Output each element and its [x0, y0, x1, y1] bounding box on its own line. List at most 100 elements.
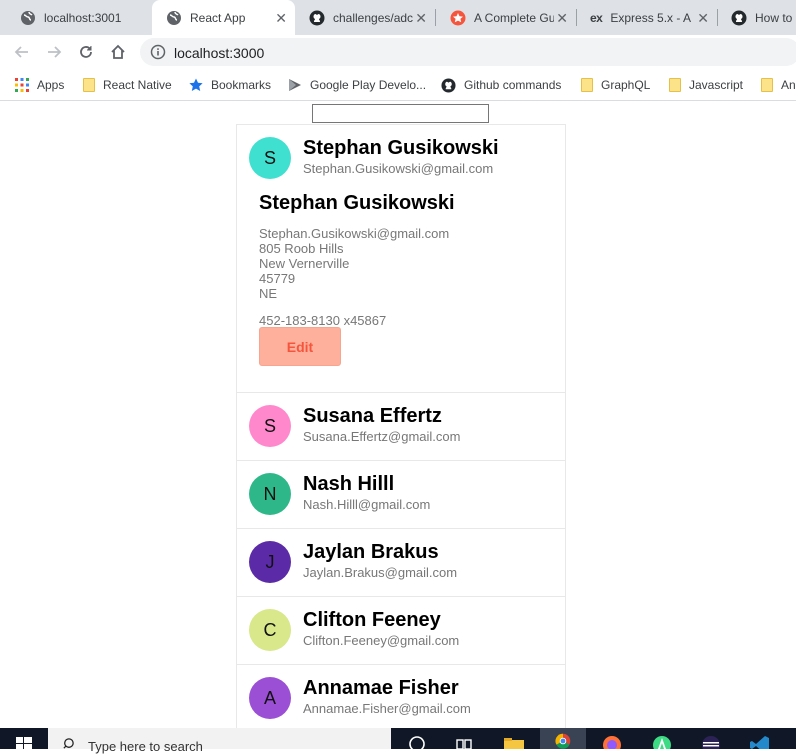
contact-name: Annamae Fisher	[303, 677, 459, 699]
bookmark-label: Apps	[37, 78, 65, 92]
bookmark-label: Javascript	[689, 78, 744, 92]
bookmark-react-native[interactable]: React Native	[83, 76, 172, 94]
contact-name: Jaylan Brakus	[303, 541, 439, 563]
folder-icon	[669, 78, 681, 92]
bookmark-graphql[interactable]: GraphQL	[581, 76, 650, 94]
task-view-icon[interactable]	[453, 732, 475, 749]
tab-challenges[interactable]: challenges/adc ✕	[295, 0, 435, 35]
contact-card[interactable]: N Nash Hilll Nash.Hilll@gmail.com	[236, 460, 566, 528]
contact-email: Clifton.Feeney@gmail.com	[303, 633, 460, 648]
forward-button[interactable]	[43, 41, 65, 63]
bookmark-bookmarks[interactable]: Bookmarks	[189, 76, 271, 94]
browser-toolbar: localhost:3000	[0, 35, 796, 69]
chrome-taskbar-slot[interactable]	[540, 728, 586, 749]
bookmark-javascript[interactable]: Javascript	[669, 76, 743, 94]
bookmark-label: Bookmarks	[211, 78, 272, 92]
bookmark-apps[interactable]: Apps	[15, 76, 64, 94]
reload-button[interactable]	[75, 41, 97, 63]
tab-how-to[interactable]: How to	[717, 0, 796, 35]
bookmark-label: An	[781, 78, 796, 92]
tab-complete-guide[interactable]: A Complete Gu ✕	[436, 0, 576, 35]
taskbar-search-box[interactable]: Type here to search	[48, 728, 391, 754]
avatar: S	[249, 405, 291, 447]
close-icon[interactable]: ✕	[415, 10, 427, 27]
bookmark-google-play[interactable]: Google Play Develo...	[288, 76, 426, 94]
avatar: J	[249, 541, 291, 583]
address-bar[interactable]: localhost:3000	[140, 38, 796, 66]
bookmark-label: React Native	[103, 78, 172, 92]
bookmark-label: Google Play Develo...	[310, 78, 427, 92]
reload-icon	[80, 46, 92, 58]
avatar: A	[249, 677, 291, 719]
avatar: S	[249, 137, 291, 179]
contact-email: Nash.Hilll@gmail.com	[303, 497, 431, 512]
close-icon[interactable]: ✕	[697, 10, 709, 27]
arrow-right-icon	[48, 46, 62, 58]
contact-details: Stephan Gusikowski Stephan.Gusikowski@gm…	[237, 192, 565, 392]
back-button[interactable]	[11, 41, 33, 63]
contact-card-expanded[interactable]: S Stephan Gusikowski Stephan.Gusikowski@…	[236, 124, 566, 392]
contact-card-header[interactable]: C Clifton Feeney Clifton.Feeney@gmail.co…	[237, 597, 565, 664]
contact-email: Annamae.Fisher@gmail.com	[303, 701, 471, 716]
close-icon[interactable]: ✕	[556, 10, 568, 27]
contact-card-header[interactable]: S Stephan Gusikowski Stephan.Gusikowski@…	[237, 125, 565, 192]
address-url: localhost:3000	[174, 45, 265, 61]
info-icon[interactable]	[150, 44, 166, 60]
contact-email: Stephan.Gusikowski@gmail.com	[303, 161, 494, 176]
tab-localhost-3001[interactable]: localhost:3001	[6, 0, 152, 35]
contact-card-header[interactable]: S Susana Effertz Susana.Effertz@gmail.co…	[237, 393, 565, 460]
eclipse-icon[interactable]	[700, 732, 722, 749]
edit-button[interactable]: Edit	[259, 327, 341, 366]
search-input[interactable]	[312, 104, 489, 123]
express-logo-icon: ex	[590, 10, 603, 25]
tab-label: How to	[755, 10, 793, 25]
detail-phone: 452-183-8130 x45867	[259, 313, 387, 328]
vscode-icon[interactable]	[749, 732, 771, 749]
detail-city: New Vernerville	[259, 256, 350, 271]
folder-icon	[761, 78, 773, 92]
windows-start-icon[interactable]	[16, 737, 32, 749]
contact-card[interactable]: C Clifton Feeney Clifton.Feeney@gmail.co…	[236, 596, 566, 664]
bookmarks-bar: Apps React Native Bookmarks Google Play …	[0, 69, 796, 101]
cortana-icon[interactable]	[406, 732, 428, 749]
globe-icon	[21, 10, 35, 25]
contact-name: Clifton Feeney	[303, 609, 441, 631]
contact-card-header[interactable]: J Jaylan Brakus Jaylan.Brakus@gmail.com	[237, 529, 565, 596]
tab-label: Express 5.x - A	[610, 10, 692, 25]
github-icon	[731, 10, 747, 25]
contact-card[interactable]: S Susana Effertz Susana.Effertz@gmail.co…	[236, 392, 566, 460]
file-explorer-icon[interactable]	[503, 732, 525, 749]
contact-card[interactable]: J Jaylan Brakus Jaylan.Brakus@gmail.com	[236, 528, 566, 596]
avatar: C	[249, 609, 291, 651]
bookmark-github-commands[interactable]: Github commands	[441, 76, 561, 94]
tab-express[interactable]: ex Express 5.x - A ✕	[576, 0, 717, 35]
apps-grid-icon	[15, 78, 29, 92]
browser-tab-bar: localhost:3001 React App ✕ challenges/ad…	[0, 0, 796, 35]
detail-lines: Stephan.Gusikowski@gmail.com 805 Roob Hi…	[259, 226, 565, 301]
tab-label: A Complete Gu	[474, 10, 554, 25]
bookmark-label: Github commands	[464, 78, 562, 92]
folder-icon	[83, 78, 95, 92]
contact-card-header[interactable]: N Nash Hilll Nash.Hilll@gmail.com	[237, 461, 565, 528]
os-taskbar: Type here to search	[0, 728, 796, 754]
tab-react-app[interactable]: React App ✕	[152, 0, 295, 35]
star-icon	[189, 78, 203, 91]
detail-email: Stephan.Gusikowski@gmail.com	[259, 226, 450, 241]
search-icon	[63, 738, 74, 749]
bookmark-an[interactable]: An	[761, 76, 796, 94]
contact-name: Stephan Gusikowski	[303, 137, 499, 159]
taskbar-search-placeholder: Type here to search	[88, 739, 203, 754]
folder-icon	[581, 78, 593, 92]
tab-label: localhost:3001	[44, 10, 122, 25]
detail-zip: 45779	[259, 271, 296, 286]
contact-card-header[interactable]: A Annamae Fisher Annamae.Fisher@gmail.co…	[237, 665, 565, 728]
home-button[interactable]	[107, 41, 129, 63]
contact-email: Susana.Effertz@gmail.com	[303, 429, 461, 444]
contact-name: Susana Effertz	[303, 405, 442, 427]
firefox-icon[interactable]	[601, 732, 623, 749]
contact-card[interactable]: A Annamae Fisher Annamae.Fisher@gmail.co…	[236, 664, 566, 728]
close-icon[interactable]: ✕	[275, 10, 287, 27]
play-icon	[289, 79, 301, 91]
android-studio-icon[interactable]	[651, 732, 673, 749]
detail-state: NE	[259, 286, 278, 301]
